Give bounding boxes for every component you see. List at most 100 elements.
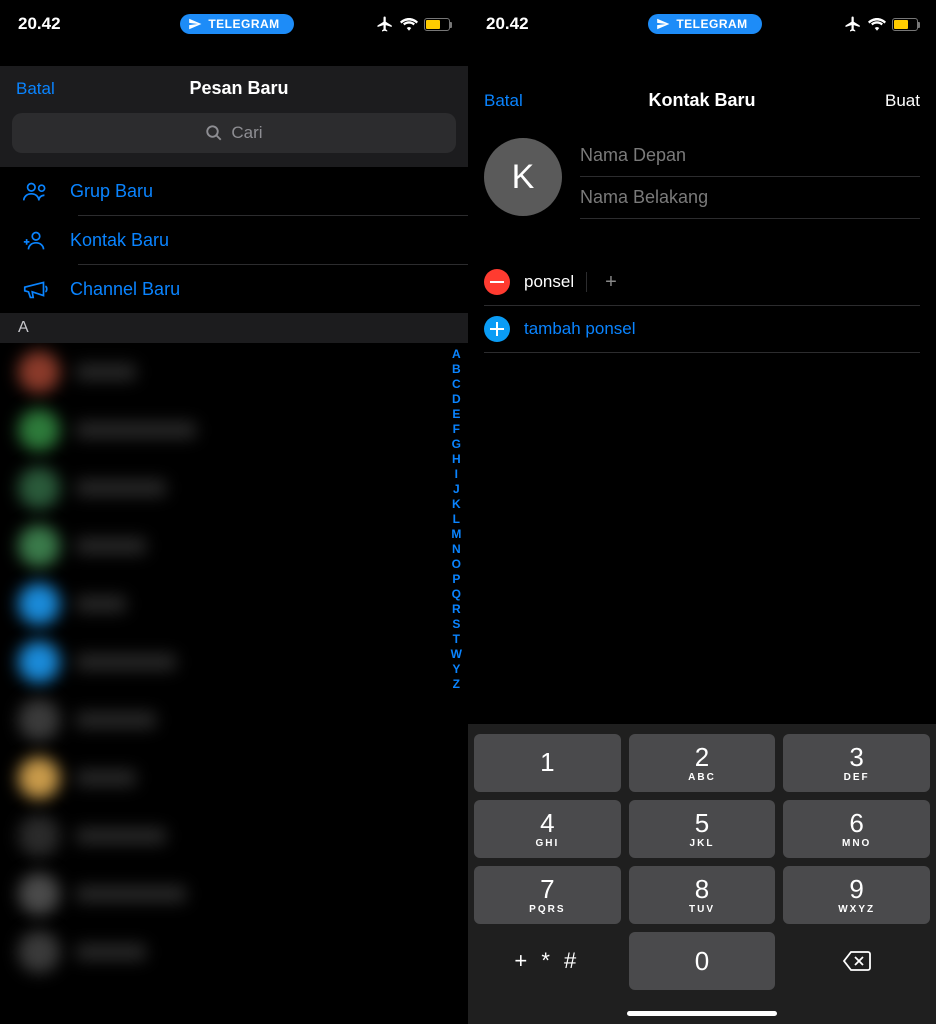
- new-group-button[interactable]: Grup Baru: [0, 167, 468, 215]
- add-phone-button[interactable]: [484, 316, 510, 342]
- phone-row[interactable]: ponsel +: [484, 259, 920, 306]
- index-letter[interactable]: Y: [452, 662, 460, 676]
- status-time: 20.42: [486, 14, 566, 34]
- index-letter[interactable]: F: [453, 422, 460, 436]
- index-letter[interactable]: K: [452, 497, 461, 511]
- plus-icon: [490, 322, 504, 336]
- backspace-key[interactable]: [783, 932, 930, 990]
- contact-form: K Nama Depan Nama Belakang: [468, 125, 936, 219]
- index-letter[interactable]: G: [452, 437, 461, 451]
- index-letter[interactable]: A: [452, 347, 461, 361]
- list-item[interactable]: [0, 633, 468, 691]
- telegram-pill[interactable]: TELEGRAM: [180, 14, 293, 34]
- key-5[interactable]: 5 JKL: [629, 800, 776, 858]
- contacts-list: ABCDEFGHIJKLMNOPQRSTWYZ: [0, 343, 468, 1024]
- key-2[interactable]: 2ABC: [629, 734, 776, 792]
- modal-sheet: Batal Pesan Baru Cari: [0, 66, 468, 167]
- alpha-index[interactable]: ABCDEFGHIJKLMNOPQRSTWYZ: [451, 347, 462, 691]
- index-letter[interactable]: N: [452, 542, 461, 556]
- section-header-a: A: [0, 313, 468, 343]
- index-letter[interactable]: C: [452, 377, 461, 391]
- key-letters: TUV: [689, 904, 715, 915]
- key-letters: GHI: [535, 838, 559, 849]
- key-digit: 7: [540, 876, 554, 902]
- list-item[interactable]: [0, 575, 468, 633]
- index-letter[interactable]: O: [452, 557, 461, 571]
- first-name-field[interactable]: Nama Depan: [580, 135, 920, 177]
- list-item[interactable]: [0, 343, 468, 401]
- key-9[interactable]: 9WXYZ: [783, 866, 930, 924]
- index-letter[interactable]: W: [451, 647, 462, 661]
- key-letters: JKL: [690, 838, 715, 849]
- status-pill-wrap: TELEGRAM: [648, 14, 761, 34]
- header: Batal Kontak Baru Buat: [468, 76, 936, 125]
- index-letter[interactable]: B: [452, 362, 461, 376]
- symbols-key[interactable]: + * #: [474, 932, 621, 990]
- status-bar: 20.42 TELEGRAM: [468, 0, 936, 48]
- list-item[interactable]: [0, 401, 468, 459]
- group-icon: [21, 179, 51, 203]
- minus-icon: [490, 281, 504, 283]
- key-letters: MNO: [842, 838, 871, 849]
- create-button[interactable]: Buat: [860, 91, 920, 111]
- search-placeholder: Cari: [231, 123, 262, 143]
- remove-phone-button[interactable]: [484, 269, 510, 295]
- phone-number-field[interactable]: +: [605, 271, 617, 294]
- key-7[interactable]: 7 PQRS: [474, 866, 621, 924]
- key-6[interactable]: 6MNO: [783, 800, 930, 858]
- paper-plane-icon: [656, 17, 670, 31]
- phone-type-label[interactable]: ponsel: [524, 272, 587, 292]
- menu-label: Kontak Baru: [70, 230, 169, 251]
- action-menu: Grup Baru Kontak Baru Channel Baru: [0, 167, 468, 313]
- wifi-icon: [868, 17, 886, 31]
- key-4[interactable]: 4 GHI: [474, 800, 621, 858]
- key-digit: 2: [695, 744, 709, 770]
- index-letter[interactable]: Q: [452, 587, 461, 601]
- key-letters: PQRS: [529, 904, 565, 915]
- new-channel-button[interactable]: Channel Baru: [0, 265, 468, 313]
- search-input[interactable]: Cari: [12, 113, 456, 153]
- add-phone-row[interactable]: tambah ponsel: [484, 306, 920, 353]
- key-3[interactable]: 3DEF: [783, 734, 930, 792]
- index-letter[interactable]: Z: [453, 677, 460, 691]
- list-item[interactable]: [0, 923, 468, 981]
- list-item[interactable]: [0, 807, 468, 865]
- symbols-label: + * #: [514, 950, 580, 972]
- index-letter[interactable]: I: [455, 467, 458, 481]
- battery-icon: [892, 18, 918, 31]
- index-letter[interactable]: E: [452, 407, 460, 421]
- index-letter[interactable]: T: [453, 632, 460, 646]
- status-bar: 20.42 TELEGRAM: [0, 0, 468, 48]
- wifi-icon: [400, 17, 418, 31]
- list-item[interactable]: [0, 749, 468, 807]
- index-letter[interactable]: S: [452, 617, 460, 631]
- last-name-field[interactable]: Nama Belakang: [580, 177, 920, 219]
- key-0[interactable]: 0: [629, 932, 776, 990]
- key-digit: 5: [695, 810, 709, 836]
- pill-label: TELEGRAM: [676, 17, 747, 31]
- megaphone-icon: [21, 277, 51, 301]
- index-letter[interactable]: L: [453, 512, 460, 526]
- new-contact-button[interactable]: Kontak Baru: [0, 216, 468, 264]
- index-letter[interactable]: D: [452, 392, 461, 406]
- key-8[interactable]: 8TUV: [629, 866, 776, 924]
- cancel-button[interactable]: Batal: [16, 79, 76, 99]
- index-letter[interactable]: H: [452, 452, 461, 466]
- index-letter[interactable]: P: [452, 572, 460, 586]
- add-phone-label: tambah ponsel: [524, 319, 636, 339]
- index-letter[interactable]: J: [453, 482, 460, 496]
- status-icons: [376, 15, 450, 33]
- cancel-button[interactable]: Batal: [484, 91, 544, 111]
- key-1[interactable]: 1: [474, 734, 621, 792]
- avatar[interactable]: K: [484, 138, 562, 216]
- index-letter[interactable]: M: [451, 527, 461, 541]
- key-digit: 4: [540, 810, 554, 836]
- list-item[interactable]: [0, 517, 468, 575]
- home-indicator[interactable]: [627, 1011, 777, 1016]
- list-item[interactable]: [0, 459, 468, 517]
- list-item[interactable]: [0, 865, 468, 923]
- list-item[interactable]: [0, 691, 468, 749]
- telegram-pill[interactable]: TELEGRAM: [648, 14, 761, 34]
- airplane-icon: [376, 15, 394, 33]
- index-letter[interactable]: R: [452, 602, 461, 616]
